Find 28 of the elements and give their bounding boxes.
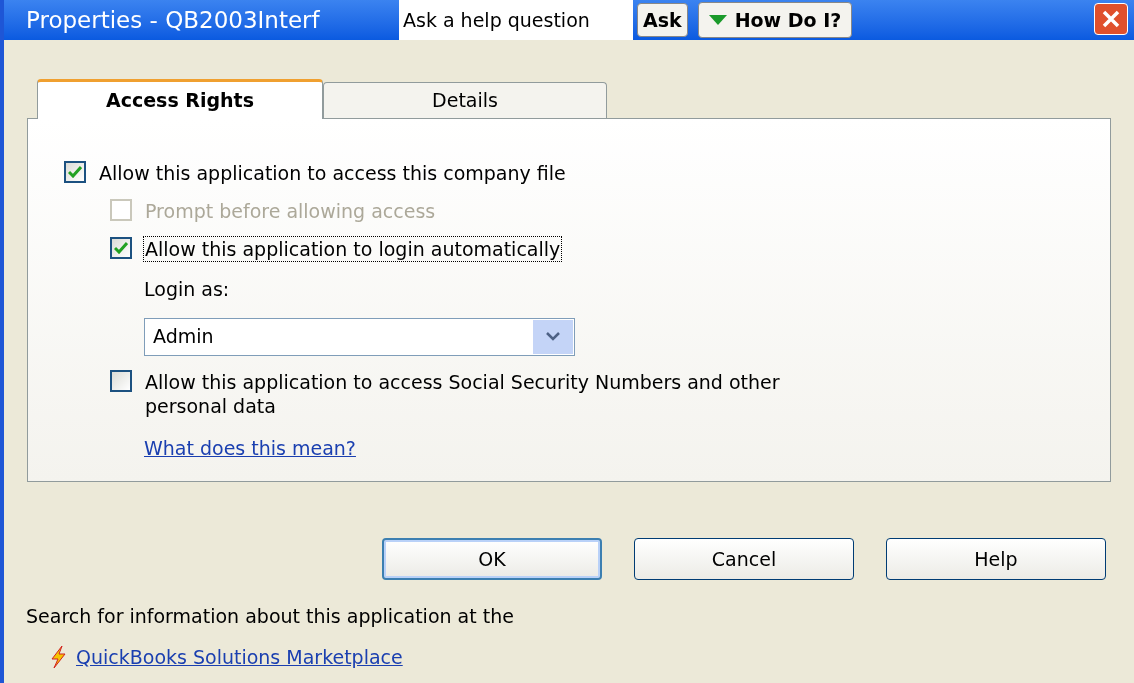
window-title: Properties - QB2003Interf <box>25 5 321 35</box>
checkbox-label: Allow this application to login automatically <box>144 237 562 261</box>
help-question-field[interactable]: Ask a help question <box>399 0 633 40</box>
chevron-down-icon <box>533 319 573 354</box>
caret-icon <box>708 15 727 25</box>
dialog-button[interactable]: Help <box>886 538 1106 580</box>
checkbox[interactable] <box>110 237 132 259</box>
dialog-button[interactable]: OK <box>382 538 602 580</box>
marketplace-link[interactable]: QuickBooks Solutions Marketplace <box>76 642 403 671</box>
close-icon <box>1102 10 1120 28</box>
ask-button[interactable]: Ask <box>637 3 688 37</box>
footer-text: Search for information about this application at the <box>26 604 515 629</box>
dialog-button[interactable]: Cancel <box>634 538 854 580</box>
check-icon <box>114 242 128 254</box>
close-button[interactable] <box>1094 3 1128 35</box>
tab[interactable]: Details <box>323 82 607 118</box>
checkbox-label: Prompt before allowing access <box>144 199 437 223</box>
checkbox-label: Allow this application to access this company file <box>98 161 567 185</box>
login-dropdown[interactable]: Admin <box>144 317 575 356</box>
checkbox[interactable] <box>64 161 86 183</box>
check-icon <box>68 166 82 178</box>
field-label: Login as: <box>144 277 231 302</box>
checkbox[interactable] <box>110 369 132 392</box>
tab[interactable]: Access Rights <box>37 79 323 119</box>
help-link[interactable]: What does this mean? <box>144 436 356 459</box>
how-do-i-button[interactable]: How Do I? <box>697 2 853 38</box>
lightning-icon <box>50 645 66 668</box>
checkbox-label: Allow this application to access Social Security Numbers and other personal data <box>144 369 781 418</box>
